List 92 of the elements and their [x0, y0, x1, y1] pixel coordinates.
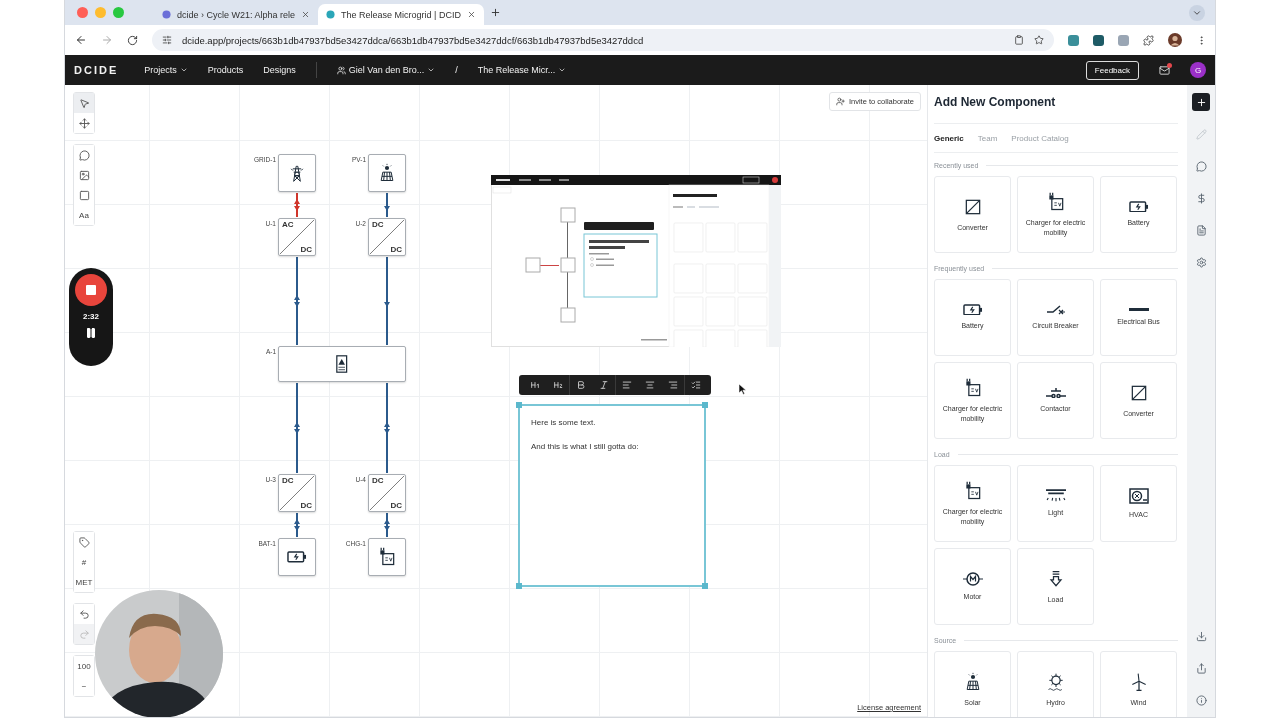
bus-bar-icon [1128, 307, 1149, 312]
recording-time: 2:32 [83, 312, 99, 321]
user-menu[interactable]: Giel Van den Bro... [336, 65, 436, 75]
extensions-icon[interactable] [1143, 34, 1154, 46]
heading-one-icon [529, 380, 540, 390]
heading-two-icon [552, 380, 563, 390]
node-input-type: AC [282, 220, 294, 229]
close-icon[interactable] [466, 10, 476, 19]
node-input-type: DC [372, 476, 384, 485]
pencil-icon [1195, 128, 1207, 140]
undo-icon [78, 608, 90, 620]
align-right-icon [667, 380, 678, 390]
document-warning-icon [336, 355, 348, 373]
share-icon [1195, 662, 1207, 674]
extension-icon[interactable] [1068, 34, 1079, 46]
node-input-type: DC [372, 220, 384, 229]
inbox-button[interactable] [1159, 64, 1170, 76]
caret-icon [179, 66, 188, 74]
ev-charger-icon [377, 547, 397, 567]
stop-recording-button[interactable] [75, 274, 107, 306]
resize-handle[interactable] [702, 402, 708, 408]
users-icon [336, 65, 346, 75]
plus-icon [1195, 96, 1207, 108]
close-icon[interactable] [301, 10, 311, 19]
redo-icon [78, 628, 90, 640]
caret-icon [427, 66, 436, 74]
square-icon [78, 189, 90, 201]
nav-link[interactable]: Designs [263, 65, 296, 75]
new-tab-icon[interactable] [489, 7, 501, 18]
nav-link[interactable]: Products [207, 65, 244, 75]
align-left-icon [622, 380, 632, 390]
breadcrumb-separator: / [455, 65, 458, 75]
resize-handle[interactable] [516, 583, 522, 589]
move-icon [78, 117, 90, 129]
tag-icon [78, 536, 90, 548]
browser-tab[interactable]: dcide › Cycle W21: Alpha rele [154, 4, 319, 25]
bookmark-icon[interactable] [1034, 35, 1044, 45]
design-menu[interactable]: The Release Micr... [477, 65, 567, 75]
panel-tab[interactable]: Generic [934, 134, 964, 143]
app-logo[interactable]: DCIDE [74, 64, 119, 76]
profile-avatar[interactable] [1168, 33, 1182, 47]
resize-handle[interactable] [516, 402, 522, 408]
node-output-type: DC [300, 245, 312, 254]
motor-icon [962, 571, 983, 586]
user-avatar[interactable]: G [1190, 62, 1206, 78]
favicon-icon [326, 10, 336, 19]
back-icon[interactable] [75, 34, 87, 46]
battery-icon [287, 551, 307, 563]
comment-icon [78, 149, 90, 161]
address-field[interactable]: dcide.app/projects/663b1db47937bd5e3427ddca/663b1db47937bd5e3427ddcf/663b1db47937bd5e3427ddcd [152, 29, 1054, 51]
add-user-icon [835, 97, 845, 106]
image-icon [78, 169, 90, 181]
settings-icon [1195, 256, 1207, 268]
cursor-icon [738, 383, 748, 395]
resize-handle[interactable] [702, 583, 708, 589]
bold-icon [576, 380, 586, 390]
note-card[interactable]: Here is some text. And this is what I still gotta do: [518, 404, 706, 587]
pointer-icon [78, 97, 90, 109]
checklist-icon [691, 380, 701, 390]
node-output-type: DC [390, 501, 402, 510]
browser-tab[interactable]: The Release Microgrid | DCID [318, 4, 484, 25]
caret-icon [558, 66, 567, 74]
battery-icon [1128, 200, 1149, 213]
dollar-icon [1195, 192, 1207, 204]
extension-icon[interactable] [1093, 34, 1104, 46]
battery-icon [962, 303, 983, 316]
tool-button[interactable] [74, 93, 94, 113]
note-text: And this is what I still gotta do: [531, 442, 640, 451]
light-icon [1045, 488, 1066, 503]
italic-icon [598, 380, 609, 390]
node-output-type: DC [300, 501, 312, 510]
document-icon [1195, 224, 1207, 236]
nav-link[interactable]: Projects [144, 65, 188, 75]
node-output-type: DC [390, 245, 402, 254]
info-icon [1195, 694, 1207, 706]
switch-icon [1045, 304, 1066, 315]
favicon-icon [162, 10, 171, 19]
pause-icon[interactable] [85, 327, 97, 339]
download-icon [1195, 630, 1207, 642]
note-text: Here is some text. [531, 418, 597, 427]
site-settings-icon[interactable] [162, 35, 172, 45]
contactor-icon [1045, 387, 1066, 399]
close-window-button[interactable] [77, 7, 88, 18]
comment-icon [1195, 160, 1207, 172]
align-center-icon [644, 380, 655, 390]
node-input-type: DC [282, 476, 294, 485]
panel-title: Add New Component [934, 95, 1178, 124]
clipboard-icon[interactable] [1014, 35, 1024, 45]
reload-icon[interactable] [127, 34, 138, 46]
hvac-icon [1128, 487, 1149, 504]
feedback-button[interactable]: Feedback [1085, 60, 1139, 80]
rail-button[interactable] [1192, 93, 1210, 111]
